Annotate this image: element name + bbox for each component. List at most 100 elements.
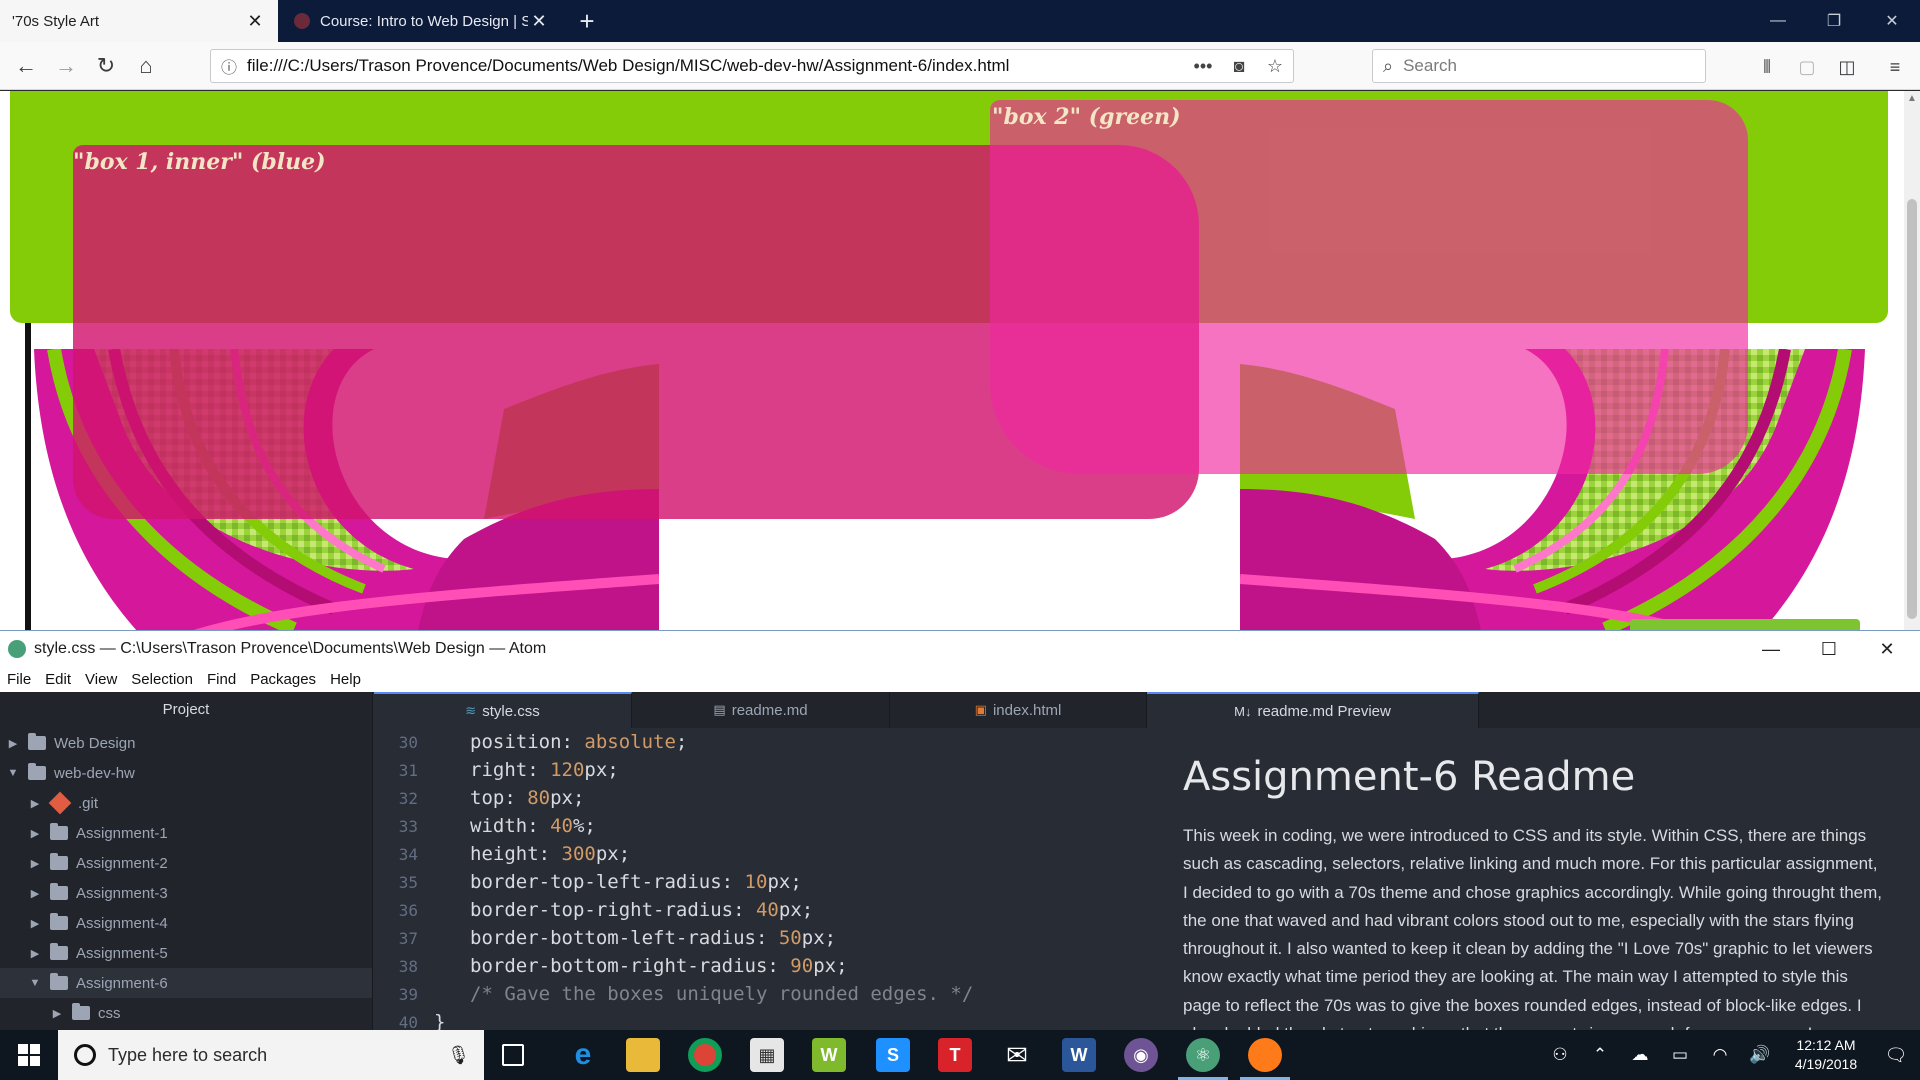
chevron-right-icon[interactable]: ▶: [6, 737, 20, 750]
onedrive-icon[interactable]: ☁: [1620, 1045, 1660, 1065]
mail-icon[interactable]: ✉: [1000, 1038, 1034, 1072]
code-editor[interactable]: 30 position: absolute; 31 right: 120px; 32 to…: [374, 728, 1146, 1030]
back-arrow-icon[interactable]: ←: [10, 50, 42, 82]
page-scrollbar[interactable]: ▲: [1904, 91, 1920, 630]
app-t-icon[interactable]: T: [938, 1038, 972, 1072]
info-icon[interactable]: ⓘ: [211, 54, 247, 78]
battery-icon[interactable]: ▭: [1660, 1045, 1700, 1065]
menu-selection[interactable]: Selection: [124, 671, 200, 688]
menu-packages[interactable]: Packages: [243, 671, 323, 688]
firefox-icon[interactable]: [1248, 1038, 1282, 1072]
scroll-up-icon[interactable]: ▲: [1904, 91, 1920, 107]
tree-item-label: Web Design: [54, 734, 136, 752]
browser-nav-bar: ← → ↻ ⌂ ⓘ file:///C:/Users/Trason Proven…: [0, 42, 1920, 90]
tree-item[interactable]: ▶ .git: [0, 788, 372, 818]
markdown-preview-pane: Assignment-6 Readme This week in coding,…: [1147, 728, 1920, 1030]
reload-icon[interactable]: ↻: [90, 50, 122, 82]
task-view-icon[interactable]: [502, 1044, 524, 1066]
store-icon[interactable]: ▦: [750, 1038, 784, 1072]
tree-item[interactable]: ▶ css: [0, 998, 372, 1028]
chevron-right-icon[interactable]: ▶: [50, 1007, 64, 1020]
page-actions-icon[interactable]: •••: [1185, 56, 1221, 77]
action-center-icon[interactable]: 🗨: [1872, 1045, 1920, 1066]
chevron-right-icon[interactable]: ▶: [28, 887, 42, 900]
sidebar-icon[interactable]: ◫: [1832, 52, 1862, 82]
volume-icon[interactable]: 🔊: [1740, 1045, 1780, 1065]
close-icon[interactable]: ✕: [528, 10, 550, 32]
tree-item[interactable]: ▶ Assignment-1: [0, 818, 372, 848]
chevron-right-icon[interactable]: ▶: [28, 917, 42, 930]
new-tab-plus-icon[interactable]: +: [570, 4, 604, 38]
edge-icon[interactable]: e: [566, 1038, 600, 1072]
bookmark-star-icon[interactable]: ☆: [1257, 56, 1293, 77]
chevron-right-icon[interactable]: ▶: [28, 857, 42, 870]
browser-tab-course[interactable]: Course: Intro to Web Design | S ✕: [282, 0, 562, 42]
scroll-thumb[interactable]: [1907, 199, 1917, 619]
word-icon[interactable]: W: [1062, 1038, 1096, 1072]
minimize-icon[interactable]: —: [1750, 0, 1806, 42]
start-button[interactable]: [0, 1030, 58, 1080]
file-explorer-icon[interactable]: [626, 1038, 660, 1072]
chevron-down-icon[interactable]: ▼: [6, 767, 20, 779]
chevron-right-icon[interactable]: ▶: [28, 797, 42, 810]
pocket-icon[interactable]: ◙: [1221, 56, 1257, 77]
home-icon[interactable]: ⌂: [130, 50, 162, 82]
tree-item[interactable]: ▼ web-dev-hw: [0, 758, 372, 788]
extension-icon[interactable]: ▢: [1792, 52, 1822, 82]
tree-item[interactable]: ▶ Assignment-5: [0, 938, 372, 968]
system-tray: ⚇ ⌃ ☁ ▭ ◠ 🔊 12:12 AM 4/19/2018 🗨: [1540, 1030, 1920, 1080]
tree-item[interactable]: ▼ Assignment-6: [0, 968, 372, 998]
menu-file[interactable]: File: [0, 671, 38, 688]
app-s-icon[interactable]: S: [876, 1038, 910, 1072]
app-w-icon[interactable]: W: [812, 1038, 846, 1072]
taskbar-search-box[interactable]: Type here to search 🎙: [58, 1030, 484, 1080]
tab-label: readme.md: [731, 701, 808, 719]
menu-view[interactable]: View: [78, 671, 124, 688]
clock[interactable]: 12:12 AM 4/19/2018: [1780, 1036, 1872, 1074]
line-number: 30: [398, 732, 418, 752]
forward-arrow-icon[interactable]: →: [50, 50, 82, 82]
chevron-up-icon[interactable]: ⌃: [1580, 1045, 1620, 1065]
close-window-icon[interactable]: ✕: [1864, 0, 1920, 42]
line-number: 32: [398, 788, 418, 808]
chrome-icon[interactable]: [688, 1038, 722, 1072]
maximize-icon[interactable]: ☐: [1800, 631, 1858, 667]
people-icon[interactable]: ⚇: [1540, 1045, 1580, 1065]
code-tail: px;: [801, 927, 837, 949]
tree-item[interactable]: ▶ Assignment-4: [0, 908, 372, 938]
search-input[interactable]: ⌕ Search: [1372, 49, 1706, 83]
chevron-right-icon[interactable]: ▶: [28, 947, 42, 960]
tab-readme-md[interactable]: ▤ readme.md: [632, 692, 890, 728]
menu-help[interactable]: Help: [323, 671, 368, 688]
close-window-icon[interactable]: ✕: [1858, 631, 1916, 667]
minimize-icon[interactable]: —: [1742, 631, 1800, 667]
tree-item[interactable]: ▶ Assignment-2: [0, 848, 372, 878]
tree-item[interactable]: ▶ Web Design: [0, 728, 372, 758]
library-icon[interactable]: ⫴: [1752, 52, 1782, 82]
code-val: 120: [550, 759, 585, 781]
menu-find[interactable]: Find: [200, 671, 243, 688]
close-icon[interactable]: ✕: [244, 10, 266, 32]
code-line: 36 border-top-right-radius: 40px;: [374, 896, 1146, 924]
atom-app-icon[interactable]: ⚛: [1186, 1038, 1220, 1072]
tab-style-css[interactable]: ≋ style.css: [374, 692, 632, 728]
url-text[interactable]: file:///C:/Users/Trason Provence/Documen…: [247, 56, 1185, 76]
microphone-icon[interactable]: 🎙: [447, 1045, 470, 1066]
chevron-down-icon[interactable]: ▼: [28, 977, 42, 989]
tab-readme-preview[interactable]: M↓ readme.md Preview: [1147, 692, 1479, 728]
restore-icon[interactable]: ❐: [1806, 0, 1862, 42]
address-bar[interactable]: ⓘ file:///C:/Users/Trason Provence/Docum…: [210, 49, 1294, 83]
menu-edit[interactable]: Edit: [38, 671, 78, 688]
tree-item-label: web-dev-hw: [54, 764, 135, 782]
folder-icon: [50, 853, 68, 870]
hamburger-menu-icon[interactable]: ≡: [1880, 52, 1910, 82]
folder-icon: [50, 883, 68, 900]
tree-item[interactable]: ▶ Assignment-3: [0, 878, 372, 908]
browser-tab-70s-style-art[interactable]: '70s Style Art ✕: [0, 0, 278, 42]
tab-index-html[interactable]: ▣ index.html: [890, 692, 1147, 728]
github-desktop-icon[interactable]: ◉: [1124, 1038, 1158, 1072]
wifi-icon[interactable]: ◠: [1700, 1045, 1740, 1065]
line-number: 34: [398, 844, 418, 864]
code-tail: px;: [550, 787, 585, 809]
chevron-right-icon[interactable]: ▶: [28, 827, 42, 840]
